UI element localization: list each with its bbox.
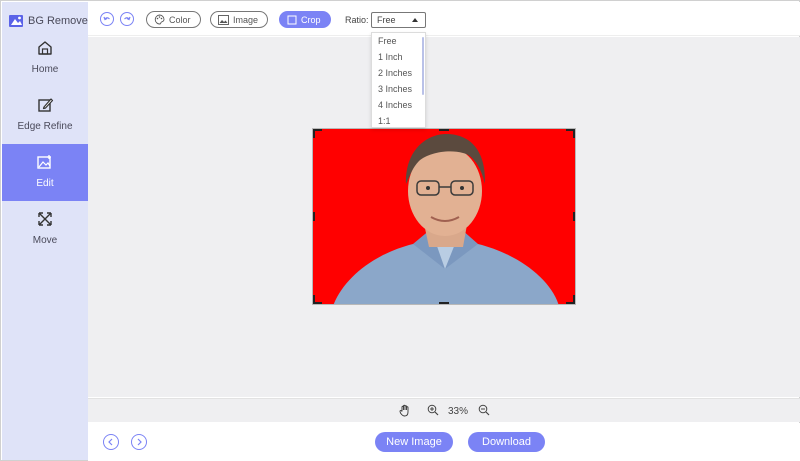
download-button[interactable]: Download: [468, 432, 545, 452]
ratio-option[interactable]: 3 Inches: [372, 81, 425, 97]
zoom-bar: 33%: [88, 398, 800, 422]
image-button[interactable]: Image: [210, 11, 269, 28]
photo-preview[interactable]: [312, 128, 576, 305]
palette-icon: [154, 14, 165, 25]
image-button-label: Image: [233, 14, 259, 25]
sidebar-item-edit[interactable]: Edit: [2, 144, 88, 201]
ratio-option[interactable]: 1 Inch: [372, 49, 425, 65]
sidebar-item-edge-refine[interactable]: Edge Refine: [2, 87, 88, 144]
ratio-label: Ratio:: [345, 15, 369, 25]
sidebar-item-label: Home: [31, 64, 59, 75]
hand-pan-icon[interactable]: [399, 404, 411, 417]
crop-handle[interactable]: [313, 295, 315, 304]
undo-button[interactable]: [100, 12, 114, 26]
app-window: BG Remover Home Edge Refine Edit Move Co…: [0, 0, 800, 461]
move-icon: [38, 212, 52, 226]
crop-handle[interactable]: [439, 129, 449, 131]
sidebar-item-move[interactable]: Move: [2, 201, 88, 258]
footer: New Image Download: [88, 423, 800, 461]
caret-up-icon: [412, 18, 418, 22]
undo-icon: [103, 16, 110, 21]
edit-image-icon: [37, 155, 51, 169]
ratio-option[interactable]: 2 Inches: [372, 65, 425, 81]
sidebar-item-home[interactable]: Home: [2, 30, 88, 87]
toolbar: Color Image Crop Ratio: Free: [88, 2, 800, 36]
chevron-right-icon: [137, 438, 142, 446]
previous-button[interactable]: [103, 434, 119, 450]
ratio-dropdown: Free 1 Inch 2 Inches 3 Inches 4 Inches 1…: [371, 32, 426, 128]
new-image-button[interactable]: New Image: [375, 432, 453, 452]
crop-button[interactable]: Crop: [279, 11, 331, 28]
crop-handle[interactable]: [573, 129, 575, 138]
sidebar-item-label: Edit: [36, 178, 54, 189]
zoom-out-icon[interactable]: [478, 404, 490, 416]
chevron-left-icon: [108, 438, 113, 446]
ratio-select[interactable]: Free: [371, 12, 426, 28]
ratio-option[interactable]: 1:1: [372, 113, 425, 127]
color-button[interactable]: Color: [146, 11, 201, 28]
crop-handle[interactable]: [313, 129, 315, 138]
crop-handle[interactable]: [573, 295, 575, 304]
dropdown-scrollbar[interactable]: [422, 37, 424, 95]
image-icon: [218, 14, 229, 25]
crop-handle[interactable]: [439, 302, 449, 304]
app-logo-icon: [9, 15, 23, 27]
ratio-option[interactable]: Free: [372, 33, 425, 49]
app-title: BG Remover: [28, 15, 92, 27]
crop-button-label: Crop: [301, 14, 321, 25]
redo-icon: [124, 16, 131, 21]
crop-icon: [287, 15, 297, 24]
color-button-label: Color: [169, 14, 191, 25]
person-portrait-image: [333, 133, 559, 304]
home-icon: [38, 41, 52, 55]
sidebar-item-label: Edge Refine: [17, 121, 73, 132]
ratio-option[interactable]: 4 Inches: [372, 97, 425, 113]
zoom-level: 33%: [448, 406, 469, 417]
redo-button[interactable]: [120, 12, 134, 26]
ratio-select-value: Free: [377, 15, 396, 25]
edge-refine-icon: [38, 98, 54, 112]
crop-handle[interactable]: [313, 212, 315, 221]
next-button[interactable]: [131, 434, 147, 450]
brand: BG Remover: [8, 12, 92, 30]
sidebar-item-label: Move: [32, 235, 58, 246]
crop-handle[interactable]: [573, 212, 575, 221]
sidebar: BG Remover Home Edge Refine Edit Move: [2, 2, 92, 460]
zoom-in-icon[interactable]: [427, 404, 439, 416]
